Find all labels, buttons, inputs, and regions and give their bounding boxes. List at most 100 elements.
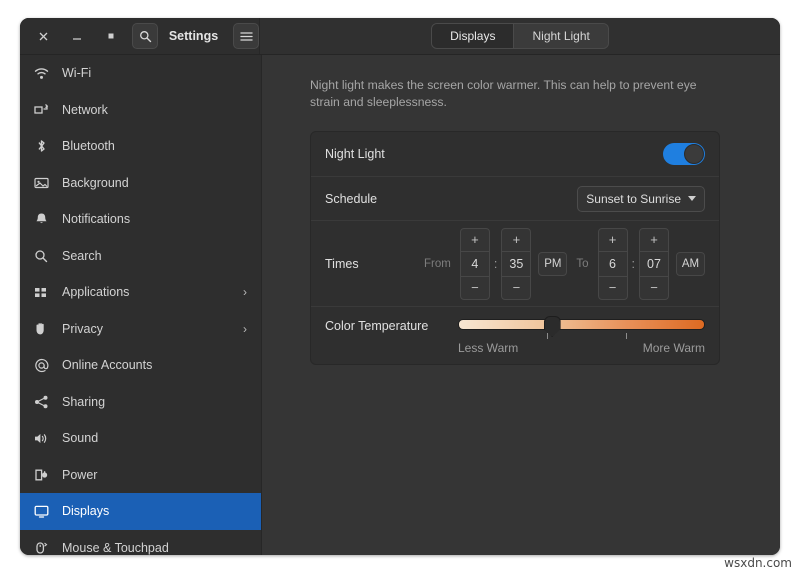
bluetooth-icon bbox=[34, 139, 56, 153]
close-icon[interactable] bbox=[30, 23, 56, 49]
tab-night-light[interactable]: Night Light bbox=[513, 24, 607, 48]
monitor-icon bbox=[34, 505, 56, 518]
sidebar-item-label: Notifications bbox=[56, 212, 130, 226]
to-minute-decrement[interactable]: − bbox=[640, 277, 668, 299]
to-minute-stepper[interactable]: + 07 − bbox=[639, 228, 669, 300]
night-light-label: Night Light bbox=[325, 147, 385, 161]
watermark: wsxdn.com bbox=[724, 556, 792, 570]
sidebar-item-network[interactable]: Network bbox=[20, 92, 261, 129]
sidebar-item-sharing[interactable]: Sharing bbox=[20, 384, 261, 421]
color-temperature-label: Color Temperature bbox=[325, 319, 428, 333]
to-minute-increment[interactable]: + bbox=[640, 229, 668, 251]
sidebar-item-online-accounts[interactable]: Online Accounts bbox=[20, 347, 261, 384]
tab-displays-label: Displays bbox=[450, 29, 495, 43]
to-minute-value[interactable]: 07 bbox=[640, 251, 668, 277]
sidebar-item-sound[interactable]: Sound bbox=[20, 420, 261, 457]
schedule-row: Schedule Sunset to Sunrise bbox=[311, 176, 719, 220]
color-temperature-slider-area: Less Warm More Warm bbox=[458, 319, 705, 355]
sidebar-item-privacy[interactable]: Privacy › bbox=[20, 311, 261, 348]
from-hour-value[interactable]: 4 bbox=[461, 251, 489, 277]
sidebar-item-background[interactable]: Background bbox=[20, 165, 261, 202]
from-hour-stepper[interactable]: + 4 − bbox=[460, 228, 490, 300]
to-time-group: + 6 − : + 07 − bbox=[598, 228, 669, 300]
schedule-dropdown-value: Sunset to Sunrise bbox=[586, 192, 681, 206]
image-icon bbox=[34, 176, 56, 189]
sidebar-item-wifi[interactable]: Wi-Fi bbox=[20, 55, 261, 92]
network-icon bbox=[34, 103, 56, 116]
sidebar-item-search[interactable]: Search bbox=[20, 238, 261, 275]
color-temperature-row: Color Temperature Less Warm bbox=[311, 306, 719, 364]
sidebar-item-label: Sharing bbox=[56, 395, 105, 409]
night-light-description: Night light makes the screen color warme… bbox=[310, 77, 720, 111]
tab-displays[interactable]: Displays bbox=[432, 24, 513, 48]
to-hour-decrement[interactable]: − bbox=[599, 277, 627, 299]
color-temperature-slider[interactable] bbox=[458, 319, 705, 330]
settings-window: Settings Displays Night Light bbox=[20, 18, 780, 555]
from-hour-increment[interactable]: + bbox=[461, 229, 489, 251]
slider-less-warm-label: Less Warm bbox=[458, 341, 518, 355]
sidebar-item-label: Mouse & Touchpad bbox=[56, 541, 169, 555]
sidebar-item-label: Displays bbox=[56, 504, 109, 518]
times-to-label: To bbox=[574, 258, 590, 270]
header-bar-left: Settings bbox=[20, 18, 260, 54]
window-title: Settings bbox=[158, 29, 233, 43]
chevron-right-icon: › bbox=[243, 286, 247, 298]
at-sign-icon bbox=[34, 358, 56, 373]
to-hour-stepper[interactable]: + 6 − bbox=[598, 228, 628, 300]
sidebar-item-applications[interactable]: Applications › bbox=[20, 274, 261, 311]
slider-tick-right bbox=[626, 333, 627, 339]
sidebar-item-label: Applications bbox=[56, 285, 129, 299]
speaker-icon bbox=[34, 432, 56, 445]
from-minute-value[interactable]: 35 bbox=[502, 251, 530, 277]
from-minute-decrement[interactable]: − bbox=[502, 277, 530, 299]
night-light-toggle[interactable] bbox=[663, 143, 705, 165]
sidebar-item-bluetooth[interactable]: Bluetooth bbox=[20, 128, 261, 165]
sidebar-item-notifications[interactable]: Notifications bbox=[20, 201, 261, 238]
hamburger-menu-icon[interactable] bbox=[233, 23, 259, 49]
search-icon[interactable] bbox=[132, 23, 158, 49]
view-switcher: Displays Night Light bbox=[431, 23, 609, 49]
sidebar-item-displays[interactable]: Displays bbox=[20, 493, 261, 530]
to-hour-increment[interactable]: + bbox=[599, 229, 627, 251]
times-controls: From + 4 − : + 35 bbox=[422, 228, 705, 300]
night-light-row-right bbox=[663, 143, 705, 165]
times-from-label: From bbox=[422, 258, 453, 270]
power-battery-icon bbox=[34, 468, 56, 482]
from-period-button[interactable]: PM bbox=[538, 252, 567, 276]
to-time-separator: : bbox=[628, 257, 639, 271]
sidebar-item-power[interactable]: Power bbox=[20, 457, 261, 494]
slider-more-warm-label: More Warm bbox=[643, 341, 705, 355]
to-period-button[interactable]: AM bbox=[676, 252, 705, 276]
night-light-row: Night Light bbox=[311, 132, 719, 176]
tab-night-light-label: Night Light bbox=[532, 29, 589, 43]
search-icon bbox=[34, 249, 56, 263]
hand-icon bbox=[34, 322, 56, 336]
times-label: Times bbox=[325, 257, 359, 271]
toggle-knob bbox=[684, 144, 704, 164]
header-bar-right: Displays Night Light bbox=[260, 18, 780, 54]
sidebar[interactable]: Wi-Fi Network bbox=[20, 55, 262, 555]
sidebar-item-label: Sound bbox=[56, 431, 98, 445]
content-area: Night light makes the screen color warme… bbox=[262, 55, 780, 555]
times-row: Times From + 4 − : bbox=[311, 220, 719, 306]
slider-tick-left bbox=[547, 333, 548, 339]
night-light-panel: Night Light Schedule Sunset to Sunris bbox=[310, 131, 720, 365]
apps-grid-icon bbox=[34, 286, 56, 299]
schedule-dropdown[interactable]: Sunset to Sunrise bbox=[577, 186, 705, 212]
mouse-icon bbox=[34, 541, 56, 555]
from-minute-stepper[interactable]: + 35 − bbox=[501, 228, 531, 300]
from-time-separator: : bbox=[490, 257, 501, 271]
minimize-icon[interactable] bbox=[64, 23, 90, 49]
from-minute-increment[interactable]: + bbox=[502, 229, 530, 251]
slider-labels: Less Warm More Warm bbox=[458, 341, 705, 355]
to-hour-value[interactable]: 6 bbox=[599, 251, 627, 277]
bell-icon bbox=[34, 212, 56, 226]
slider-ticks bbox=[458, 332, 705, 340]
screenshot-root: Settings Displays Night Light bbox=[0, 0, 800, 573]
from-hour-decrement[interactable]: − bbox=[461, 277, 489, 299]
maximize-icon[interactable] bbox=[98, 23, 124, 49]
sidebar-item-label: Wi-Fi bbox=[56, 66, 91, 80]
sidebar-item-mouse-touchpad[interactable]: Mouse & Touchpad bbox=[20, 530, 261, 556]
share-icon bbox=[34, 395, 56, 409]
sidebar-item-label: Online Accounts bbox=[56, 358, 152, 372]
